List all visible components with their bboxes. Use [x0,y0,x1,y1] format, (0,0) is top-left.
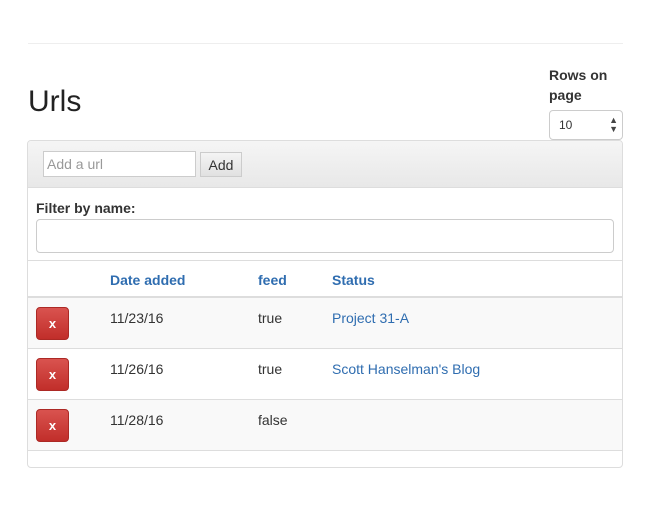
urls-panel: Add Filter by name: Date added feed Stat… [27,140,623,468]
column-date-added[interactable]: Date added [110,271,185,289]
delete-row-button[interactable]: x [36,409,69,442]
urls-table: Date added feed Status x 11/23/16 true P… [28,260,622,451]
date-added-cell: 11/23/16 [110,310,164,326]
date-added-cell: 11/26/16 [110,361,164,377]
rows-per-page-label: Rows on page [549,67,608,103]
add-url-form: Add [28,141,622,188]
rows-per-page-value: 10 [559,118,573,132]
delete-row-button[interactable]: x [36,358,69,391]
column-feed[interactable]: feed [258,271,287,289]
table-row: x 11/23/16 true Project 31-A [28,298,622,349]
add-url-input[interactable] [43,151,196,177]
delete-row-button[interactable]: x [36,307,69,340]
rows-per-page-control: Rows on page 10 ▲ ▼ [549,65,623,140]
column-status[interactable]: Status [332,271,375,289]
table-header: Date added feed Status [28,260,622,298]
table-row: x 11/28/16 false [28,400,622,451]
status-link[interactable]: Scott Hanselman's Blog [332,360,480,378]
table-row: x 11/26/16 true Scott Hanselman's Blog [28,349,622,400]
filter-label: Filter by name: [36,200,136,216]
feed-cell: true [258,361,283,377]
feed-cell: false [258,412,288,428]
date-added-cell: 11/28/16 [110,412,164,428]
feed-cell: true [258,310,283,326]
top-divider [28,43,623,44]
rows-per-page-select[interactable]: 10 ▲ ▼ [549,110,623,140]
filter-by-name-input[interactable] [36,219,614,253]
add-url-button[interactable]: Add [200,152,242,177]
select-arrows-icon: ▲ ▼ [609,115,618,134]
page-title: Urls [28,85,82,118]
status-link[interactable]: Project 31-A [332,309,409,327]
